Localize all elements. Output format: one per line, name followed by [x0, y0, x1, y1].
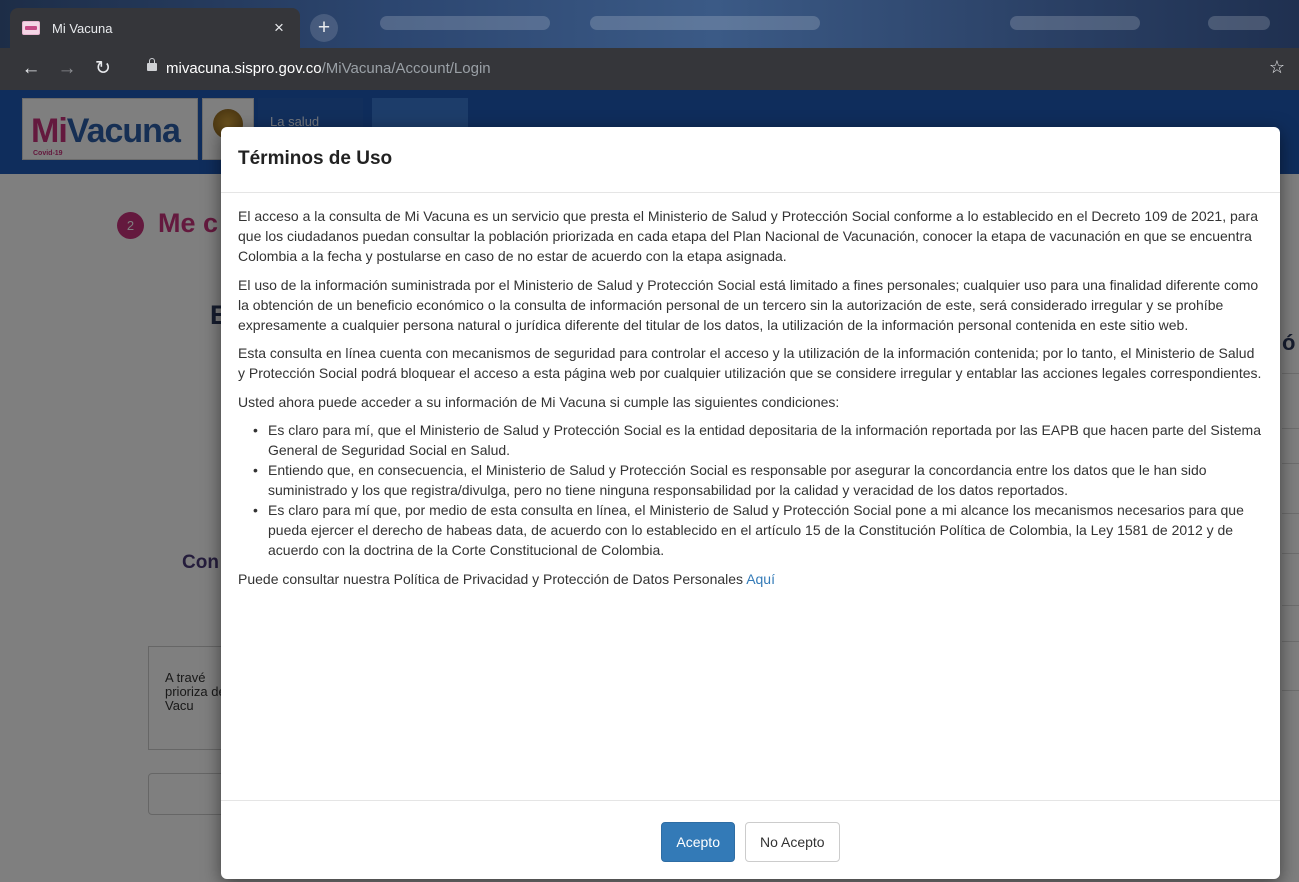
conditions-list: Es claro para mí, que el Ministerio de S…: [238, 420, 1263, 560]
browser-tab-strip: Mi Vacuna × +: [0, 0, 1299, 48]
url-host: mivacuna.sispro.gov.co: [166, 60, 322, 77]
modal-title: Términos de Uso: [238, 148, 393, 169]
new-tab-button[interactable]: +: [310, 14, 338, 42]
condition-item: Entiendo que, en consecuencia, el Minist…: [253, 460, 1263, 500]
reject-button[interactable]: No Acepto: [744, 822, 840, 862]
bookmark-star-icon[interactable]: ☆: [1269, 57, 1285, 78]
modal-header: Términos de Uso: [221, 127, 1280, 193]
condition-item: Es claro para mí, que el Ministerio de S…: [253, 420, 1263, 460]
accept-button[interactable]: Acepto: [661, 822, 735, 862]
address-bar[interactable]: mivacuna.sispro.gov.co/MiVacuna/Account/…: [166, 60, 491, 77]
terms-paragraph: Usted ahora puede acceder a su informaci…: [238, 393, 840, 410]
browser-tab[interactable]: Mi Vacuna ×: [10, 8, 300, 48]
url-path: /MiVacuna/Account/Login: [321, 60, 491, 77]
browser-toolbar: ← → ↻ mivacuna.sispro.gov.co/MiVacuna/Ac…: [0, 48, 1299, 90]
terms-paragraph: El acceso a la consulta de Mi Vacuna es …: [238, 208, 1258, 264]
reload-icon[interactable]: ↻: [90, 56, 116, 82]
tab-title: Mi Vacuna: [52, 20, 113, 36]
terms-paragraph: El uso de la información suministrada po…: [238, 276, 1259, 333]
blurred-background-tab: [1010, 16, 1140, 30]
blurred-background-tab: [1208, 16, 1270, 30]
back-arrow-icon[interactable]: ←: [18, 56, 44, 82]
terms-paragraph: Esta consulta en línea cuenta con mecani…: [238, 345, 1262, 381]
modal-body: El acceso a la consulta de Mi Vacuna es …: [221, 193, 1280, 589]
blurred-background-tab: [590, 16, 820, 30]
modal-footer: Acepto No Acepto: [221, 800, 1280, 879]
terms-modal: Términos de Uso El acceso a la consulta …: [221, 127, 1280, 879]
lock-icon: [147, 58, 157, 71]
tab-close-icon[interactable]: ×: [270, 18, 288, 38]
privacy-text: Puede consultar nuestra Política de Priv…: [238, 571, 747, 587]
privacy-link[interactable]: Aquí: [746, 571, 775, 587]
privacy-note: Puede consultar nuestra Política de Priv…: [238, 569, 1263, 589]
condition-item: Es claro para mí que, por medio de esta …: [253, 500, 1263, 560]
forward-arrow-icon[interactable]: →: [54, 56, 80, 82]
blurred-background-tab: [380, 16, 550, 30]
site-favicon-icon: [22, 21, 40, 35]
